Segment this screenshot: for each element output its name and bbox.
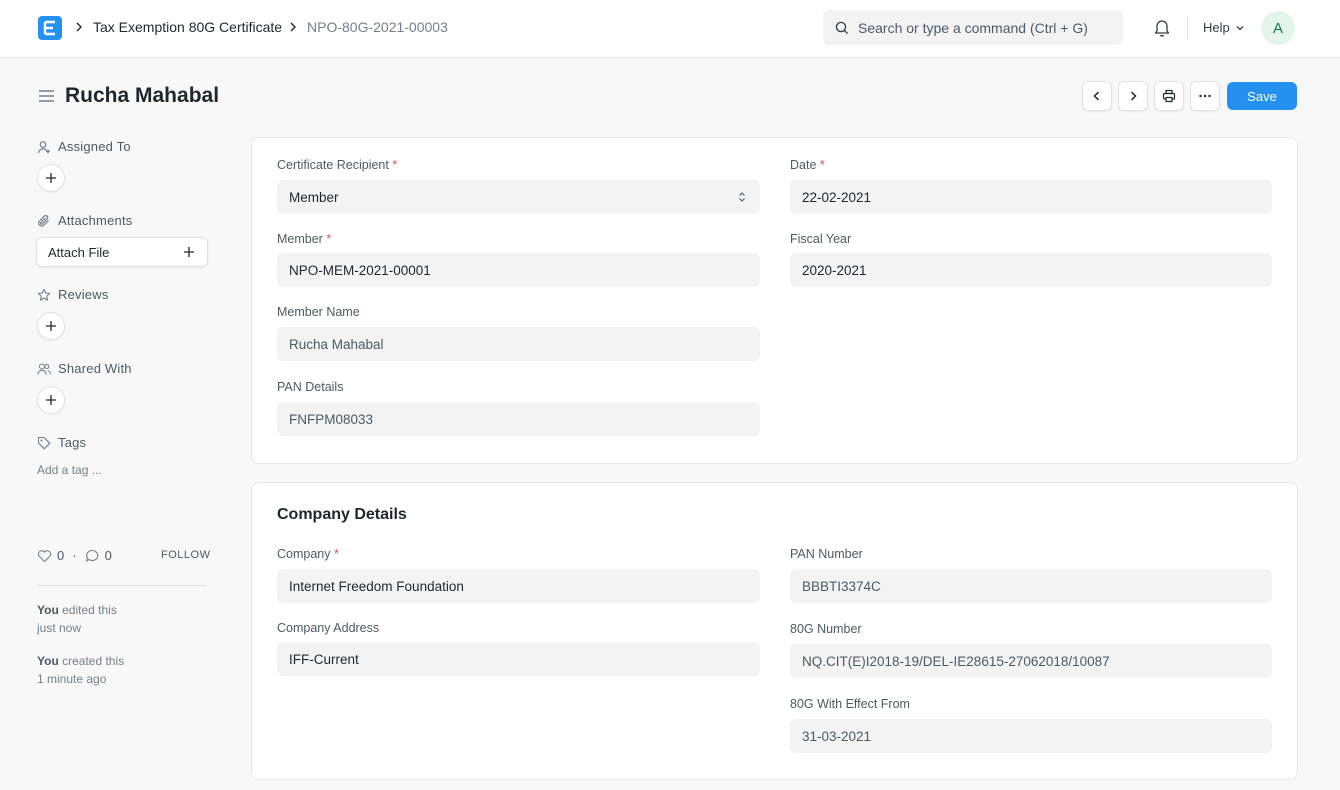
pan-number-label: PAN Number [790, 547, 863, 561]
reviews-section: Reviews [37, 287, 109, 302]
activity-item: You edited this just now [37, 601, 177, 637]
previous-doc-button[interactable] [1082, 81, 1112, 111]
chevron-left-icon [1093, 91, 1100, 101]
help-dropdown[interactable]: Help [1203, 20, 1245, 35]
stats-separator: · [72, 548, 77, 563]
company-link-field[interactable]: Internet Freedom Foundation [277, 569, 760, 603]
tag-icon [37, 436, 51, 449]
assigned-to-label: Assigned To [58, 139, 131, 154]
activity-user: You [37, 654, 59, 668]
80g-effect-from-field: 31-03-2021 [790, 719, 1272, 753]
member-name-field: Rucha Mahabal [277, 327, 760, 361]
assigned-to-section: Assigned To [37, 139, 131, 154]
member-link-field[interactable]: NPO-MEM-2021-00001 [277, 253, 760, 287]
activity-time: 1 minute ago [37, 672, 107, 686]
shared-with-label: Shared With [58, 361, 132, 376]
search-input[interactable] [858, 19, 1118, 36]
chevron-right-icon [76, 22, 82, 32]
80g-number-label: 80G Number [790, 622, 862, 636]
doc-stats: 0 · 0 [37, 548, 112, 563]
navbar: Tax Exemption 80G Certificate NPO-80G-20… [0, 0, 1340, 58]
heart-icon[interactable] [37, 549, 52, 563]
required-mark: * [333, 547, 339, 561]
navbar-divider [1187, 16, 1188, 40]
80g-number-field: NQ.CIT(E)I2018-19/DEL-IE28615-27062018/1… [790, 644, 1272, 678]
certificate-recipient-select[interactable]: Member [277, 180, 760, 214]
chevron-right-icon [1130, 91, 1137, 101]
certificate-recipient-value: Member [289, 189, 339, 205]
help-label: Help [1203, 20, 1230, 35]
attachments-label: Attachments [58, 213, 133, 228]
pan-number-field: BBBTI3374C [790, 569, 1272, 603]
shared-with-section: Shared With [37, 361, 132, 376]
add-share-button[interactable] [37, 386, 65, 414]
comments-count: 0 [104, 548, 112, 563]
sidebar-toggle-icon[interactable] [38, 88, 55, 104]
required-mark: * [392, 158, 398, 172]
reviews-label: Reviews [58, 287, 109, 302]
likes-count: 0 [57, 548, 65, 563]
attach-file-button[interactable]: Attach File [36, 237, 208, 267]
plus-icon [46, 321, 56, 331]
member-name-label: Member Name [277, 305, 360, 319]
printer-icon [1162, 89, 1176, 103]
pan-details-field: FNFPM08033 [277, 402, 760, 436]
more-horizontal-icon [1199, 94, 1211, 98]
breadcrumb-document[interactable]: NPO-80G-2021-00003 [307, 19, 448, 35]
comment-icon[interactable] [85, 549, 100, 563]
company-address-field[interactable]: IFF-Current [277, 642, 760, 676]
required-mark: * [326, 232, 332, 246]
follow-button[interactable]: FOLLOW [161, 549, 210, 561]
company-label: Company * [277, 547, 339, 561]
company-address-label: Company Address [277, 621, 380, 635]
next-doc-button[interactable] [1118, 81, 1148, 111]
activity-item: You created this 1 minute ago [37, 652, 177, 688]
add-assignee-button[interactable] [37, 164, 65, 192]
chevron-down-icon [1236, 25, 1244, 30]
plus-icon [184, 247, 194, 257]
activity-user: You [37, 603, 59, 617]
sidebar-divider [37, 585, 207, 586]
tags-label: Tags [58, 435, 87, 450]
activity-action: created this [58, 654, 125, 668]
activity-action: edited this [58, 603, 117, 617]
fiscal-year-label: Fiscal Year [790, 232, 852, 246]
users-icon [37, 362, 51, 375]
plus-icon [46, 173, 56, 183]
more-actions-button[interactable] [1190, 81, 1220, 111]
search-bar[interactable] [823, 10, 1123, 45]
select-arrows-icon [739, 192, 745, 202]
save-button[interactable]: Save [1227, 82, 1297, 110]
member-label: Member * [277, 232, 332, 246]
fiscal-year-field[interactable]: 2020-2021 [790, 253, 1272, 287]
attachments-section: Attachments [37, 213, 132, 228]
search-icon [835, 21, 848, 34]
date-field[interactable]: 22-02-2021 [790, 180, 1272, 214]
app-logo[interactable] [38, 16, 62, 40]
add-tag-input[interactable]: Add a tag ... [37, 463, 102, 477]
add-review-button[interactable] [37, 312, 65, 340]
certificate-recipient-label: Certificate Recipient * [277, 158, 398, 172]
80g-effect-from-label: 80G With Effect From [790, 697, 910, 711]
activity-time: just now [37, 621, 82, 635]
page-title: Rucha Mahabal [65, 84, 220, 107]
star-icon [37, 288, 51, 301]
user-add-icon [37, 140, 50, 153]
plus-icon [46, 395, 56, 405]
user-avatar[interactable]: A [1261, 11, 1295, 45]
pan-details-label: PAN Details [277, 380, 344, 394]
notification-bell-icon[interactable] [1153, 18, 1171, 38]
erpnext-logo-icon [43, 20, 55, 36]
breadcrumb-doctype[interactable]: Tax Exemption 80G Certificate [93, 19, 282, 35]
paperclip-icon [38, 214, 49, 227]
tags-section: Tags [37, 435, 86, 450]
company-details-heading[interactable]: Company Details [277, 506, 407, 524]
print-button[interactable] [1154, 81, 1184, 111]
required-mark: * [819, 158, 825, 172]
date-label: Date * [790, 158, 825, 172]
attach-file-label: Attach File [48, 244, 110, 260]
chevron-right-icon [290, 22, 296, 32]
